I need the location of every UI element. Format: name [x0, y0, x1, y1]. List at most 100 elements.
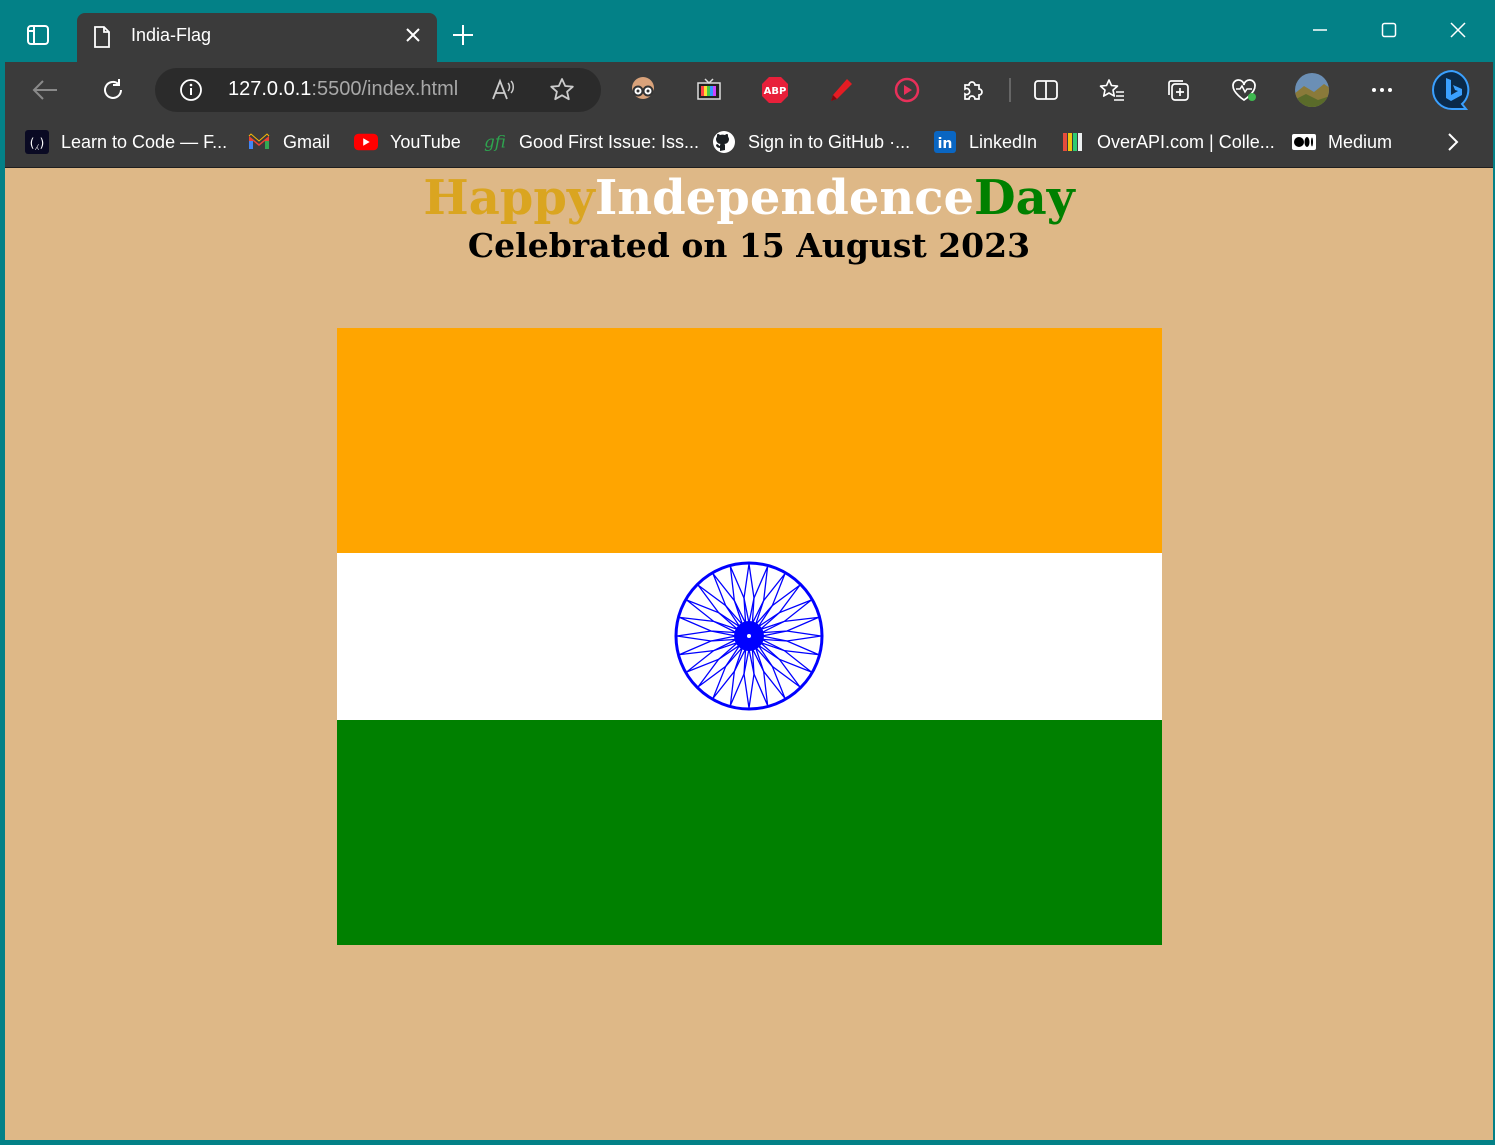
extensions-button[interactable]	[957, 74, 989, 106]
flag-green-stripe	[337, 720, 1162, 945]
reading-glasses-extension[interactable]	[627, 74, 659, 106]
favorites-icon	[1099, 79, 1124, 101]
refresh-icon	[104, 79, 122, 99]
bookmark-linkedin[interactable]: in LinkedIn	[933, 130, 1037, 154]
tv-extension-icon	[697, 78, 721, 100]
maximize-button[interactable]	[1359, 10, 1419, 50]
bookmark-label: OverAPI.com | Colle...	[1097, 131, 1275, 152]
svg-text:(⁁): (⁁)	[28, 136, 45, 150]
medium-icon	[1292, 130, 1316, 154]
collections-icon	[1168, 80, 1189, 101]
bing-copilot-icon	[1432, 69, 1470, 110]
bookmark-label: Learn to Code — F...	[61, 131, 228, 152]
chakra-spoke	[729, 566, 747, 624]
back-button[interactable]	[27, 72, 63, 108]
page-subheading: Celebrated on 15 August 2023	[467, 226, 1031, 265]
bookmarks-overflow-button[interactable]	[1443, 130, 1463, 154]
tab-title: India-Flag	[131, 25, 212, 45]
tab-actions-icon	[27, 25, 49, 45]
bookmarks-bar: (⁁) Learn to Code — F... Gmail YouTube g…	[5, 118, 1493, 168]
github-icon	[712, 130, 736, 154]
bookmark-freecodecamp[interactable]: (⁁) Learn to Code — F...	[25, 130, 227, 154]
chakra-center-dot	[747, 634, 751, 638]
chakra-spoke	[761, 616, 819, 634]
pen-extension-icon	[831, 79, 852, 101]
bookmark-github[interactable]: Sign in to GitHub ·...	[712, 130, 910, 154]
reading-glasses-icon	[632, 77, 654, 99]
tab-close-button[interactable]	[399, 23, 427, 51]
plus-icon	[453, 25, 473, 45]
bookmark-label: LinkedIn	[969, 131, 1038, 152]
split-screen-icon	[1034, 80, 1058, 100]
bookmark-gmail[interactable]: Gmail	[247, 130, 330, 154]
overapi-icon	[1061, 130, 1085, 154]
bookmark-youtube[interactable]: YouTube	[354, 130, 461, 154]
ashoka-chakra	[674, 561, 824, 711]
browser-essentials-button[interactable]	[1228, 74, 1260, 106]
url-text[interactable]: 127.0.0.1:5500/index.html	[228, 78, 458, 101]
chakra-spoke	[679, 638, 737, 656]
tv-extension[interactable]	[693, 74, 725, 106]
adblock-plus-extension[interactable]: ABP	[759, 74, 791, 106]
pen-extension[interactable]	[825, 74, 857, 106]
media-play-icon	[894, 77, 920, 103]
svg-text:gfi: gfi	[484, 133, 506, 152]
media-play-extension[interactable]	[891, 74, 923, 106]
read-aloud-button[interactable]	[490, 77, 516, 108]
tab-india-flag[interactable]: India-Flag	[77, 13, 437, 62]
youtube-icon	[354, 130, 378, 154]
bookmark-label: Sign in to GitHub ·...	[748, 131, 911, 152]
bookmark-good-first-issue[interactable]: gfi Good First Issue: Iss...	[483, 130, 699, 154]
chevron-right-icon	[1448, 133, 1459, 151]
close-icon	[406, 28, 420, 42]
close-icon	[1450, 22, 1466, 38]
chakra-spoke	[761, 638, 819, 656]
address-bar[interactable]: 127.0.0.1:5500/index.html	[155, 68, 601, 112]
more-options-button[interactable]	[1366, 74, 1398, 106]
close-window-button[interactable]	[1428, 10, 1488, 50]
tab-actions-button[interactable]	[21, 18, 55, 52]
adblock-label: ABP	[764, 86, 787, 97]
bookmark-label: YouTube	[390, 131, 461, 152]
chakra-spoke	[729, 648, 747, 706]
read-aloud-icon	[492, 78, 514, 100]
chakra-spoke	[751, 648, 769, 706]
profile-button[interactable]	[1294, 72, 1330, 108]
heading-day: Day	[974, 170, 1075, 226]
split-screen-button[interactable]	[1030, 74, 1062, 106]
chakra-spoke	[679, 616, 737, 634]
page-content: HappyIndependenceDay Celebrated on 15 Au…	[5, 168, 1493, 1140]
collections-button[interactable]	[1162, 74, 1194, 106]
gfi-icon: gfi	[483, 130, 507, 154]
browser-window: India-Flag 127.0.0.1:5500/index.html ABP…	[5, 0, 1493, 1140]
refresh-button[interactable]	[95, 72, 131, 108]
extensions-puzzle-icon	[964, 81, 983, 100]
linkedin-icon: in	[933, 130, 957, 154]
adblock-plus-icon: ABP	[762, 77, 788, 103]
minimize-icon	[1313, 29, 1327, 31]
favorites-button[interactable]	[1096, 74, 1128, 106]
title-bar: India-Flag	[5, 0, 1493, 62]
bookmark-label: Medium	[1328, 131, 1393, 152]
more-options-icon	[1372, 88, 1392, 92]
minimize-button[interactable]	[1290, 10, 1350, 50]
india-flag	[337, 328, 1162, 945]
new-tab-button[interactable]	[445, 20, 481, 56]
heading-happy: Happy	[423, 170, 595, 226]
toolbar-separator	[1009, 78, 1011, 102]
bookmark-overapi[interactable]: OverAPI.com | Colle...	[1061, 130, 1275, 154]
heading-independence: Independence	[594, 170, 975, 226]
bookmark-medium[interactable]: Medium	[1292, 130, 1392, 154]
back-arrow-icon	[32, 80, 57, 100]
bing-copilot-button[interactable]	[1430, 68, 1474, 112]
page-heading: HappyIndependenceDay	[5, 168, 1493, 228]
maximize-icon	[1381, 22, 1397, 38]
svg-text:in: in	[938, 136, 953, 152]
favorite-star-icon[interactable]	[548, 76, 576, 104]
bookmark-label: Good First Issue: Iss...	[519, 131, 700, 152]
navigation-toolbar: 127.0.0.1:5500/index.html ABP	[5, 62, 1493, 118]
gmail-icon	[247, 130, 271, 154]
url-host: 127.0.0.1	[228, 78, 312, 100]
info-icon[interactable]	[179, 78, 203, 102]
chakra-spoke	[751, 566, 769, 624]
